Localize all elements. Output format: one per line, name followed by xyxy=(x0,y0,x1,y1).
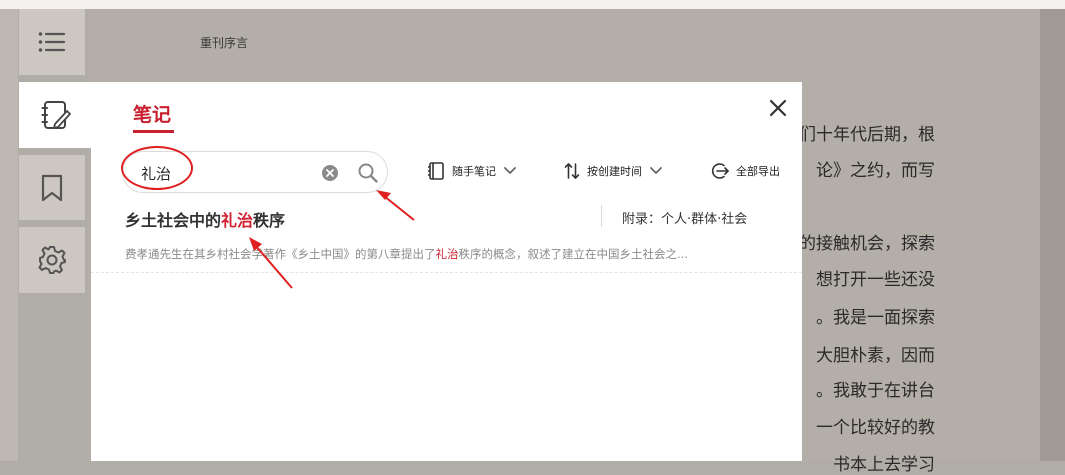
sidebar-menu-button[interactable] xyxy=(19,9,85,75)
sidebar-settings-button[interactable] xyxy=(19,227,85,293)
chevron-down-icon xyxy=(504,167,516,174)
divider xyxy=(601,205,602,227)
chevron-down-icon xyxy=(650,167,662,174)
gear-icon xyxy=(38,246,66,274)
bookmark-icon xyxy=(41,174,63,201)
excerpt-highlight: 礼治 xyxy=(435,247,459,261)
menu-icon xyxy=(38,32,66,52)
close-icon xyxy=(769,99,787,117)
notes-icon xyxy=(41,101,71,129)
window-top-bar xyxy=(0,0,1065,9)
clear-icon[interactable] xyxy=(321,164,339,182)
filter-label: 随手笔记 xyxy=(452,165,496,178)
note-filter-dropdown[interactable]: 随手笔记 xyxy=(426,159,518,183)
title-underline xyxy=(133,130,174,133)
sidebar-bookmark-button[interactable] xyxy=(19,155,85,220)
export-all-button[interactable]: 全部导出 xyxy=(710,159,780,183)
sort-label: 按创建时间 xyxy=(587,165,642,178)
sort-icon xyxy=(564,163,580,179)
search-icon[interactable] xyxy=(357,162,379,184)
sidebar-notes-button[interactable] xyxy=(19,82,93,148)
reader-text-line: 的接触机会，探索 xyxy=(799,234,935,254)
reader-text-line: 们十年代后期，根 xyxy=(799,125,935,145)
left-margin xyxy=(0,9,18,461)
panel-title: 笔记 xyxy=(133,104,172,126)
note-excerpt[interactable]: 费孝通先生在其乡村社会学著作《乡土中国》的第八章提出了礼治秩序的概念，叙述了建立… xyxy=(125,246,769,262)
reader-text-line: 大胆朴素，因而 xyxy=(816,346,935,366)
note-title-text: 秩序 xyxy=(253,211,286,230)
reader-text-line: 书本上去学习 xyxy=(833,455,935,475)
excerpt-text: 秩序的概念，叙述了建立在中国乡土社会之... xyxy=(458,247,688,261)
note-title-text: 乡土社会中的 xyxy=(125,211,222,230)
note-title-highlight: 礼治 xyxy=(221,211,254,230)
chapter-title: 重刊序言 xyxy=(200,36,249,50)
note-chapter: 附录：个人·群体·社会 xyxy=(622,212,748,227)
annotation-circle xyxy=(121,146,193,190)
notes-panel: 笔记 随手笔记 xyxy=(91,82,802,461)
sort-dropdown[interactable]: 按创建时间 xyxy=(564,159,664,183)
reader-text-line: 。我敢于在讲台 xyxy=(816,381,935,401)
page-edge xyxy=(1040,9,1065,461)
reader-text-line: 。我是一面探索 xyxy=(816,308,935,328)
close-button[interactable] xyxy=(766,96,790,120)
notebook-icon xyxy=(428,162,444,180)
export-icon xyxy=(711,163,729,179)
reader-text-line: 一个比较好的教 xyxy=(816,418,935,438)
result-separator xyxy=(91,272,802,273)
reader-text-line: 论》之约，而写 xyxy=(816,161,935,181)
excerpt-text: 费孝通先生在其乡村社会学著作《乡土中国》的第八章提出了 xyxy=(125,247,436,261)
reader-text-line: 想打开一些还没 xyxy=(816,270,935,290)
note-title[interactable]: 乡土社会中的礼治秩序 xyxy=(125,207,285,231)
export-label: 全部导出 xyxy=(736,165,780,178)
